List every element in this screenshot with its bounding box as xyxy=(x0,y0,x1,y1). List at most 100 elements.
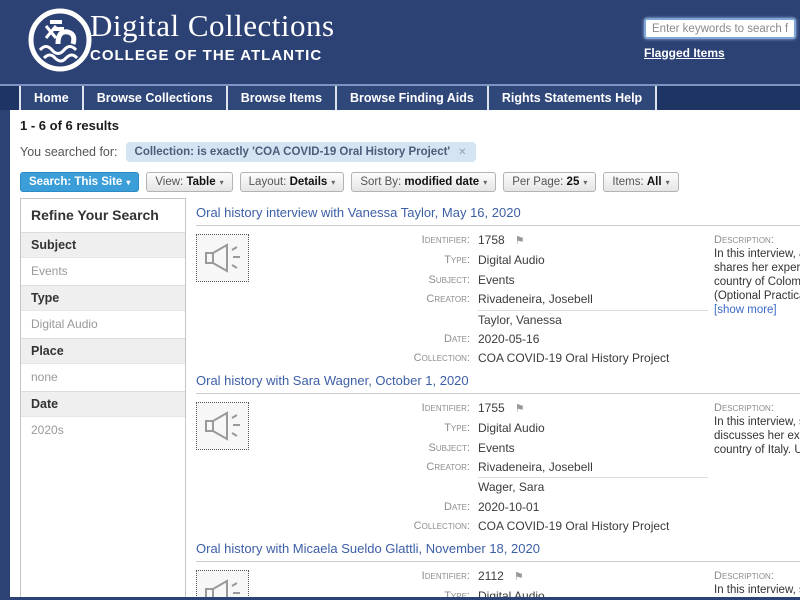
field-label: Identifier: xyxy=(421,401,470,414)
field-label: Date: xyxy=(444,500,470,513)
field-value: 2020-10-01 xyxy=(478,499,540,514)
field-value: Digital Audio xyxy=(478,589,545,597)
keyword-search-input[interactable] xyxy=(644,18,796,39)
field-value: 1755 ⚑ xyxy=(478,400,525,415)
field-row: Identifier: 1758 ⚑ xyxy=(256,231,708,251)
field-label: Date: xyxy=(444,333,470,346)
field-value: Events xyxy=(478,440,515,455)
field-values: 1755 ⚑ xyxy=(478,399,708,419)
audio-thumbnail[interactable] xyxy=(196,401,249,450)
flag-item-icon[interactable]: ⚑ xyxy=(514,571,524,583)
nav-item: Browse Collections xyxy=(83,86,228,110)
field-row: Creator: Rivadeneira, Josebell Wager, Sara xyxy=(256,458,708,498)
description-text-line: (Optional Practical T xyxy=(714,290,800,302)
facet-value-digital-audio[interactable]: Digital Audio xyxy=(21,311,185,338)
result-item: Oral history with Sara Wagner, October 1… xyxy=(196,373,800,537)
dropdown-selected-value: Table xyxy=(186,176,216,188)
search-scope-dropdown[interactable]: Search: This Site ▾ xyxy=(20,172,140,192)
field-label: Identifier: xyxy=(421,569,470,582)
dropdown-prefix-label: Sort By: xyxy=(360,176,405,188)
field-values: 2020-05-16 xyxy=(478,330,708,349)
field-row: Collection: COA COVID-19 Oral History Pro… xyxy=(256,349,708,368)
nav-item-browse-items[interactable]: Browse Items xyxy=(227,86,336,110)
result-item: Oral history with Micaela Sueldo Glattli… xyxy=(196,541,800,597)
chevron-down-icon: ▾ xyxy=(219,178,224,187)
remove-filter-icon[interactable]: ✕ xyxy=(458,147,466,158)
field-label: Identifier: xyxy=(421,234,470,246)
main-content: 1 - 6 of 6 results You searched for: Col… xyxy=(10,110,800,597)
field-row: Identifier: 1755 ⚑ xyxy=(256,399,708,419)
layout-dropdown[interactable]: Layout: Details ▾ xyxy=(239,172,345,192)
per-page-dropdown[interactable]: Per Page: 25 ▾ xyxy=(503,172,597,192)
site-title: Digital Collections xyxy=(90,8,335,43)
result-fields: Identifier: 1758 ⚑ Type: Digital Audio Subjec… xyxy=(256,231,708,369)
field-value: COA COVID-19 Oral History Project xyxy=(478,519,670,534)
nav-item: Browse Finding Aids xyxy=(337,86,489,110)
field-label: Type: xyxy=(444,422,470,435)
results-count: 1 - 6 of 6 results xyxy=(20,118,119,133)
field-value: Wager, Sara xyxy=(478,477,708,497)
description-label: Description: xyxy=(714,401,774,414)
result-title-link[interactable]: Oral history interview with Vanessa Tayl… xyxy=(196,205,800,226)
view-dropdown[interactable]: View: Table ▾ xyxy=(146,172,233,192)
dropdown-prefix-label: Search: xyxy=(29,176,75,188)
result-title-link[interactable]: Oral history with Sara Wagner, October 1… xyxy=(196,373,800,394)
nav-item-rights-statements-help[interactable]: Rights Statements Help xyxy=(488,86,656,110)
dropdown-selected-value: All xyxy=(646,176,662,188)
description-text-line: shares her experien xyxy=(714,262,800,274)
description-text-line: discusses her expe xyxy=(714,429,800,442)
field-label: Collection: xyxy=(413,520,470,533)
field-value: Events xyxy=(478,272,515,287)
field-value: 2112 ⚑ xyxy=(478,568,524,583)
field-value: 1758 ⚑ xyxy=(478,233,525,247)
field-label: Collection: xyxy=(413,352,470,365)
searched-for-row: You searched for: Collection: is exactly… xyxy=(20,142,800,162)
field-row: Collection: COA COVID-19 Oral History Pro… xyxy=(256,517,708,536)
nav-item-home[interactable]: Home xyxy=(21,86,82,110)
speaker-icon xyxy=(204,243,240,273)
search-filter-text: Collection: is exactly 'COA COVID-19 Ora… xyxy=(134,146,451,158)
dropdown-prefix-label: Layout: xyxy=(248,176,290,188)
field-row: Date: 2020-10-01 xyxy=(256,498,708,517)
nav-item-browse-finding-aids[interactable]: Browse Finding Aids xyxy=(337,86,487,110)
show-more-link[interactable]: [show more] xyxy=(714,303,800,317)
field-values: 2112 ⚑ xyxy=(478,567,708,587)
nav-item-browse-collections[interactable]: Browse Collections xyxy=(83,86,226,110)
field-value: Rivadeneira, Josebell xyxy=(478,292,593,307)
nav-item: Home xyxy=(19,86,84,110)
refine-search-title: Refine Your Search xyxy=(31,207,159,223)
description-text-line: country of Italy. Use xyxy=(714,443,800,456)
flagged-items-link[interactable]: Flagged Items xyxy=(644,46,725,60)
nav-item: Rights Statements Help xyxy=(488,86,658,110)
field-row: Date: 2020-05-16 xyxy=(256,330,708,349)
field-label: Subject: xyxy=(428,273,470,286)
field-values: 2020-10-01 xyxy=(478,498,708,517)
items-dropdown[interactable]: Items: All ▾ xyxy=(603,172,679,192)
facet-value-events[interactable]: Events xyxy=(21,258,185,285)
content-columns: Refine Your Search Subject Events Type Digi… xyxy=(10,198,800,597)
result-body: Identifier:2112⚑Type:Digital AudioSubjec… xyxy=(196,567,800,597)
flag-item-icon[interactable]: ⚑ xyxy=(515,403,525,415)
description-label: Description: xyxy=(714,569,774,582)
result-title-link[interactable]: Oral history with Micaela Sueldo Glattli… xyxy=(196,541,800,562)
field-value: Digital Audio xyxy=(478,253,545,268)
field-values: Digital Audio xyxy=(478,251,708,270)
facet-value-none[interactable]: none xyxy=(21,364,185,391)
field-values: Events xyxy=(478,439,708,458)
search-filter-pill[interactable]: Collection: is exactly 'COA COVID-19 Ora… xyxy=(125,142,476,162)
field-row: Type: Digital Audio xyxy=(256,251,708,270)
coa-seal-icon xyxy=(28,8,92,72)
field-row: Creator: Rivadeneira, Josebell Taylor, Van… xyxy=(256,290,708,330)
audio-thumbnail[interactable] xyxy=(196,569,249,597)
facet-value-2020s[interactable]: 2020s xyxy=(21,417,185,444)
field-value: Rivadeneira, Josebell xyxy=(478,460,593,475)
facet-heading-subject: Subject xyxy=(21,232,185,258)
description-text-line: In this interview, stu xyxy=(714,583,800,596)
chevron-down-icon: ▾ xyxy=(126,178,131,187)
result-body: Identifier: 1755 ⚑ Type: Digital Audio Subjec… xyxy=(196,399,800,537)
sort-by-dropdown[interactable]: Sort By: modified date ▾ xyxy=(351,172,497,192)
flag-item-icon[interactable]: ⚑ xyxy=(515,235,525,247)
audio-thumbnail[interactable] xyxy=(196,234,249,282)
result-fields: Identifier:2112⚑Type:Digital AudioSubjec… xyxy=(256,567,708,597)
result-thumb-column xyxy=(196,567,256,597)
